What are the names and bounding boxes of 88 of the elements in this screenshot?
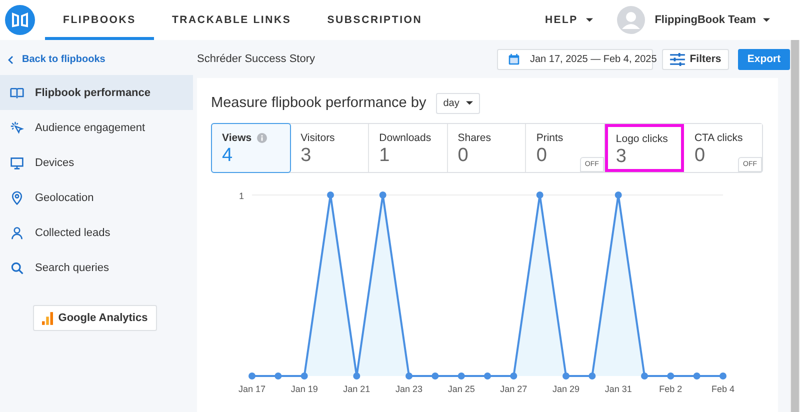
calendar-icon: [508, 52, 520, 66]
metric-label: Shares: [458, 132, 492, 144]
data-point: [510, 372, 518, 380]
x-tick-label: Jan 17: [238, 384, 266, 394]
nav-tab[interactable]: FLIPBOOKS: [45, 0, 154, 40]
y-tick-label: 1: [238, 191, 244, 201]
book-icon: [10, 86, 24, 100]
search-icon: [10, 260, 24, 274]
logo-icon[interactable]: [5, 5, 35, 35]
data-point: [536, 192, 544, 198]
avatar-icon[interactable]: [616, 6, 645, 34]
data-point: [248, 372, 256, 380]
account-menu[interactable]: FlippingBook Team: [648, 13, 776, 27]
data-point: [300, 372, 308, 380]
flipbook-title: Schréder Success Story: [197, 53, 315, 65]
data-point: [562, 372, 570, 380]
data-point: [432, 372, 439, 380]
back-link[interactable]: Back to flipbooks: [0, 40, 193, 75]
data-point: [484, 372, 491, 380]
x-tick-label: Jan 23: [395, 384, 423, 394]
sidebar-label: Flipbook performance: [35, 86, 151, 98]
help-menu[interactable]: HELP: [538, 13, 599, 27]
x-tick-label: Jan 29: [552, 384, 580, 394]
caret-icon: [763, 18, 770, 22]
x-tick-label: Feb 2: [659, 384, 682, 394]
metric-value: 3: [300, 146, 312, 166]
data-point: [274, 372, 282, 380]
metric-value: 1: [379, 146, 390, 166]
metric-tab[interactable]: Visitors 3: [290, 124, 370, 172]
location-pin-icon: [10, 190, 24, 204]
metric-value: 0: [694, 146, 706, 166]
data-point: [379, 192, 386, 198]
metric-label: Logo clicks: [616, 133, 668, 145]
x-tick-label: Jan 27: [500, 384, 528, 394]
metric-label: Views: [222, 132, 252, 144]
panel-heading: Measure flipbook performance by: [211, 95, 426, 111]
data-point: [641, 372, 648, 380]
metric-label: Prints: [536, 132, 564, 144]
metric-label: Visitors: [300, 132, 335, 144]
metric-value: 0: [458, 146, 468, 166]
cursor-click-icon: [10, 120, 24, 134]
metric-label: CTA clicks: [694, 132, 743, 144]
metric-tab[interactable]: Shares 0: [448, 124, 526, 172]
scrollbar-thumb[interactable]: [791, 40, 799, 412]
x-tick-label: Jan 31: [604, 384, 632, 394]
sidebar-item[interactable]: Audience engagement: [0, 110, 193, 145]
metric-value: 4: [222, 146, 233, 166]
monitor-icon: [10, 156, 24, 170]
data-point: [327, 192, 334, 198]
data-point: [588, 372, 596, 380]
chevron-left-icon: [8, 56, 13, 64]
data-point: [720, 372, 726, 380]
sidebar-item[interactable]: Geolocation: [0, 180, 193, 215]
google-analytics-button[interactable]: Google Analytics: [33, 305, 157, 331]
sidebar-item[interactable]: Search queries: [0, 250, 193, 285]
data-point: [406, 372, 412, 380]
sidebar-label: Search queries: [35, 262, 109, 274]
sliders-icon: [670, 52, 685, 66]
sidebar-item[interactable]: Devices: [0, 145, 193, 180]
filters-button[interactable]: Filters: [662, 48, 729, 70]
sidebar-item[interactable]: Collected leads: [0, 215, 193, 250]
caret-icon: [466, 100, 474, 105]
x-tick-label: Jan 25: [448, 384, 475, 394]
metric-label: Downloads: [379, 132, 432, 144]
nav-tab[interactable]: SUBSCRIPTION: [309, 0, 440, 40]
data-point: [353, 372, 360, 380]
metric-tab[interactable]: Views 4: [211, 123, 291, 173]
x-tick-label: Jan 19: [290, 384, 318, 394]
person-icon: [10, 226, 24, 240]
export-button[interactable]: Export: [738, 48, 790, 70]
x-tick-label: Jan 21: [343, 384, 370, 394]
metric-value: 3: [616, 147, 626, 167]
x-tick-label: Feb 4: [712, 384, 734, 394]
nav-tab[interactable]: TRACKABLE LINKS: [154, 0, 310, 40]
sidebar-item[interactable]: Flipbook performance: [0, 75, 193, 110]
sidebar-label: Devices: [35, 156, 74, 168]
bar-chart-icon: [42, 312, 54, 324]
sidebar-label: Audience engagement: [35, 122, 146, 134]
sidebar-label: Collected leads: [35, 226, 110, 238]
sidebar-label: Geolocation: [35, 192, 94, 204]
metric-tab[interactable]: Logo clicks 3: [604, 124, 684, 172]
data-point: [614, 192, 622, 198]
metric-value: 0: [536, 146, 547, 166]
data-point: [458, 372, 465, 380]
data-point: [667, 372, 674, 380]
period-dropdown[interactable]: day: [436, 92, 480, 114]
data-point: [693, 372, 700, 380]
caret-icon: [586, 18, 593, 22]
